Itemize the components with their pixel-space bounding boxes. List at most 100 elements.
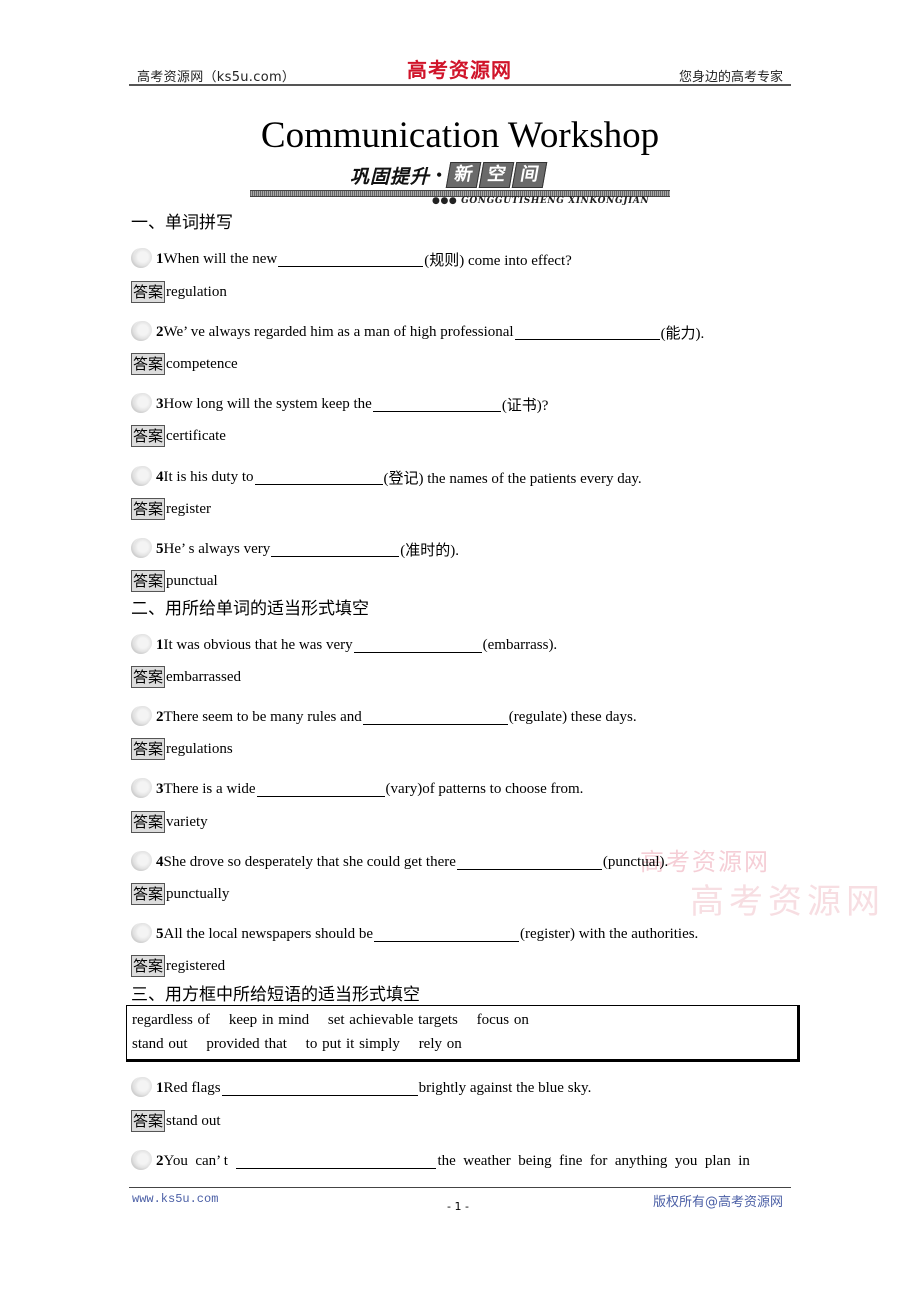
answer-label: 答案 <box>131 281 166 303</box>
question-number: 4 <box>156 468 164 485</box>
answer-blank <box>254 470 383 485</box>
answer-line: 答案 certificate <box>131 425 226 447</box>
header-site-name: 高考资源网（ks5u.com） <box>137 70 296 85</box>
question: 2 We’ ve always regarded him as a man of… <box>131 321 704 343</box>
answer-blank <box>514 325 660 340</box>
question-text-after: (登记) the names of the patients every day… <box>383 470 642 487</box>
question: 4 She drove so desperately that she coul… <box>131 851 668 873</box>
answer-blank <box>236 1154 437 1169</box>
question-text-before: She drove so desperately that she could … <box>163 853 456 870</box>
banner-subtitle: ●●● GONGGUTISHENG XINKONGJIAN <box>432 196 650 206</box>
question-text-after: (regulate) these days. <box>508 708 637 725</box>
banner-box: 间 <box>512 162 548 188</box>
answer-text: registered <box>166 957 226 974</box>
footer-divider <box>129 1187 791 1188</box>
banner-text: 巩固提升 <box>350 165 431 188</box>
question: 5 All the local newspapers should be (re… <box>131 923 698 945</box>
phrase: keep in mind <box>228 1012 310 1028</box>
question-number: 4 <box>156 853 164 870</box>
answer-blank <box>456 855 602 870</box>
phrase: focus on <box>476 1012 529 1028</box>
question-text-before: It is his duty to <box>163 468 254 485</box>
answer-blank <box>221 1081 418 1096</box>
question-text-before: There seem to be many rules and <box>163 708 362 725</box>
answer-line: 答案 punctual <box>131 570 218 592</box>
answer-text: stand out <box>166 1112 221 1129</box>
page-number: - 1 - <box>447 1200 469 1213</box>
question-number: 1 <box>156 1079 164 1096</box>
header-slogan: 您身边的高考专家 <box>678 70 783 85</box>
phrase: stand out <box>132 1036 188 1052</box>
banner-box: 新 <box>446 162 482 188</box>
question-bullet-icon <box>131 1077 153 1099</box>
section-title: 一、单词拼写 <box>131 213 233 233</box>
question-text-before: He’ s always very <box>163 540 271 557</box>
answer-label: 答案 <box>131 1110 166 1132</box>
answer-line: 答案 variety <box>131 811 208 833</box>
answer-blank <box>271 542 400 557</box>
question-text-after: (规则) come into effect? <box>424 252 572 269</box>
question-number: 1 <box>156 636 164 653</box>
question-bullet-icon <box>131 778 153 800</box>
answer-label: 答案 <box>131 425 166 447</box>
question-number: 2 <box>156 708 164 725</box>
question-text-before: When will the new <box>163 250 278 267</box>
banner-box: 空 <box>479 162 515 188</box>
answer-text: variety <box>166 813 208 830</box>
question-text-after: (punctual). <box>602 853 669 870</box>
answer-label: 答案 <box>131 811 166 833</box>
phrase-box: regardless of keep in mind set achievabl… <box>126 1005 800 1062</box>
phrase: provided that <box>206 1036 287 1052</box>
phrase-row: regardless of keep in mind set achievabl… <box>132 1012 543 1029</box>
question-text-after: (register) with the authorities. <box>520 925 699 942</box>
question: 2 You can’ t the weather being fine for … <box>131 1150 750 1172</box>
phrase: to put it simply <box>305 1036 400 1052</box>
question-bullet-icon <box>131 393 153 415</box>
question-text-after: the weather being fine for anything you … <box>437 1152 750 1169</box>
answer-line: 答案 embarrassed <box>131 666 241 688</box>
section-title: 二、用所给单词的适当形式填空 <box>131 599 369 619</box>
answer-line: 答案 register <box>131 498 211 520</box>
question-text-before: It was obvious that he was very <box>163 636 353 653</box>
question-text-after: (准时的). <box>400 542 460 559</box>
answer-line: 答案 punctually <box>131 883 229 905</box>
question-text-before: How long will the system keep the <box>163 395 372 412</box>
answer-text: punctual <box>166 572 218 589</box>
answer-blank <box>372 397 501 412</box>
phrase: set achievable targets <box>327 1012 458 1028</box>
answer-text: certificate <box>166 427 226 444</box>
question-bullet-icon <box>131 466 153 488</box>
answer-text: regulation <box>166 283 227 300</box>
watermark: 高考资源网 <box>690 882 885 922</box>
question: 1 Red flags brightly against the blue sk… <box>131 1077 591 1099</box>
question-number: 5 <box>156 925 164 942</box>
answer-label: 答案 <box>131 498 166 520</box>
header-divider <box>129 84 791 86</box>
question-text-before: There is a wide <box>163 780 256 797</box>
question-number: 1 <box>156 250 164 267</box>
question-bullet-icon <box>131 248 153 270</box>
question-bullet-icon <box>131 321 153 343</box>
question-text-before: We’ ve always regarded him as a man of h… <box>163 323 514 340</box>
answer-label: 答案 <box>131 883 166 905</box>
question-text-after: (证书)? <box>501 397 549 414</box>
answer-blank <box>374 927 520 942</box>
answer-label: 答案 <box>131 353 166 375</box>
question-bullet-icon <box>131 634 153 656</box>
section-banner: 巩固提升 • 新 空 间 <box>350 162 548 188</box>
question-text-after: brightly against the blue sky. <box>418 1079 592 1096</box>
header-logo: 高考资源网 <box>407 58 512 82</box>
footer-website-link[interactable]: www.ks5u.com <box>132 1192 218 1206</box>
answer-line: 答案 competence <box>131 353 238 375</box>
question-bullet-icon <box>131 851 153 873</box>
banner-dot: • <box>436 164 443 185</box>
answer-text: punctually <box>166 885 230 902</box>
question-text-after: (能力). <box>660 325 705 342</box>
question-number: 5 <box>156 540 164 557</box>
answer-line: 答案 regulation <box>131 281 227 303</box>
footer-copyright: 版权所有@高考资源网 <box>652 1195 783 1210</box>
answer-label: 答案 <box>131 955 166 977</box>
question: 4 It is his duty to (登记) the names of th… <box>131 466 642 488</box>
answer-blank <box>353 638 482 653</box>
question-text-before: You can’ t <box>163 1152 236 1169</box>
